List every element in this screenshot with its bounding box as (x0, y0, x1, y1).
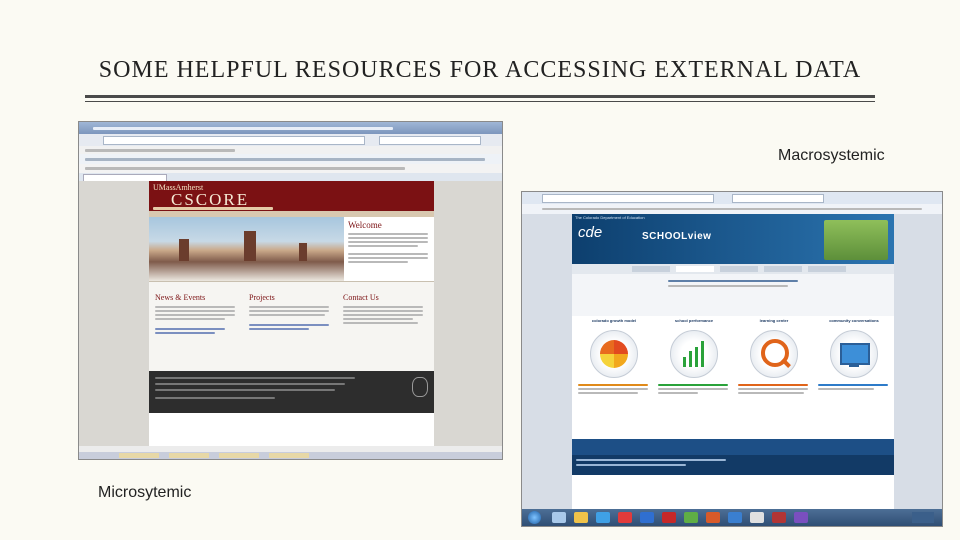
cscore-header: UMassAmherst CSCORE (149, 181, 434, 211)
caption-microsystemic: Microsytemic (98, 484, 192, 501)
schoolview-intro (572, 274, 894, 316)
browser-menu-bar (79, 146, 502, 154)
windows7-taskbar (522, 509, 942, 526)
schoolview-footer-bar (572, 439, 894, 455)
header-photo (824, 220, 888, 260)
community-conversations-column: community conversations (816, 318, 892, 418)
title-rule-thick (85, 95, 875, 98)
news-events-heading: News & Events (155, 293, 206, 302)
welcome-box: Welcome (344, 217, 434, 281)
browser-favorites-bar (522, 204, 942, 214)
community-conversations-heading: community conversations (829, 318, 879, 323)
projects-heading: Projects (249, 293, 275, 302)
learning-center-heading: learning center (759, 318, 789, 323)
caption-macrosystemic: Macrosystemic (778, 147, 885, 164)
bar-chart-icon (670, 330, 718, 378)
browser-titlebar (79, 122, 502, 134)
cde-logo: cde (578, 224, 603, 241)
schoolview-footer (572, 455, 894, 475)
cscore-sections: News & Events Projects Contact Us (149, 281, 434, 372)
schoolview-logo: SCHOOLview (642, 231, 712, 242)
browser-page-area: The Colorado Department of Education cde… (522, 214, 942, 509)
school-performance-heading: school performance (674, 318, 714, 323)
cscore-page: UMassAmherst CSCORE Welcome News & Event… (149, 181, 434, 446)
cscore-website-screenshot: UMassAmherst CSCORE Welcome News & Event… (78, 121, 503, 460)
browser-links-bar (79, 154, 502, 164)
campus-photo (149, 217, 344, 281)
schoolview-nav (572, 264, 894, 274)
browser-address-bar (522, 192, 942, 204)
slide-title: SOME HELPFUL RESOURCES FOR ACCESSING EXT… (98, 57, 862, 83)
umass-seal-icon (412, 377, 428, 397)
school-performance-column: school performance (656, 318, 732, 418)
schoolview-header: The Colorado Department of Education cde… (572, 214, 894, 264)
growth-model-heading: colorado growth model (591, 318, 637, 323)
title-rule-thin (85, 101, 875, 102)
magnifier-icon (750, 330, 798, 378)
learning-center-column: learning center (736, 318, 812, 418)
growth-model-column: colorado growth model (576, 318, 652, 418)
browser-tabs (79, 173, 502, 183)
growth-model-icon (590, 330, 638, 378)
monitor-icon (830, 330, 878, 378)
browser-address-bar (79, 134, 502, 146)
cscore-footer (149, 371, 434, 413)
schoolview-website-screenshot: The Colorado Department of Education cde… (521, 191, 943, 527)
contact-us-heading: Contact Us (343, 293, 379, 302)
browser-page-area: UMassAmherst CSCORE Welcome News & Event… (79, 181, 502, 446)
welcome-heading: Welcome (348, 220, 382, 230)
cde-header-text: The Colorado Department of Education (575, 215, 645, 220)
schoolview-page: The Colorado Department of Education cde… (572, 214, 894, 509)
windows-taskbar (79, 452, 502, 459)
browser-favorites-bar (79, 164, 502, 173)
